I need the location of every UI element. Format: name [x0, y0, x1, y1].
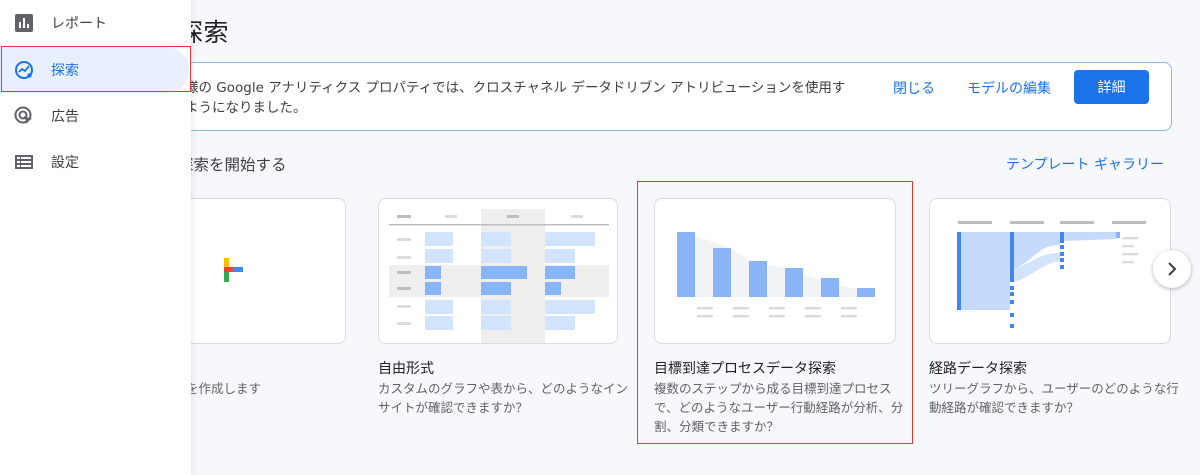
card-funnel-exploration[interactable] [654, 198, 896, 344]
attribution-banner: 様の Google アナリティクス プロパティでは、クロスチャネル データドリブ… [160, 62, 1172, 131]
card-path-title: 経路データ探索 [929, 361, 1027, 377]
funnel-chart-illustration [677, 232, 875, 318]
banner-text: 様の Google アナリティクス プロパティでは、クロスチャネル データドリブ… [185, 80, 846, 116]
card-free-form-desc: カスタムのグラフや表から、どのようなイン サイトが確認できますか？ [378, 381, 629, 415]
sidebar-item-advertising[interactable]: 広告 [0, 93, 191, 139]
sidebar-item-reports[interactable]: レポート [0, 0, 191, 46]
explore-icon [15, 61, 33, 79]
bar-chart-icon [15, 14, 33, 32]
sidebar-item-label: 探索 [51, 63, 79, 79]
chevron-right-icon [1168, 262, 1177, 276]
card-path-desc: ツリーグラフから、ユーザーのどのような行 動経路が確認できますか？ [929, 381, 1179, 415]
card-funnel-desc: 複数のステップから成る目標到達プロセス で、どのようなユーザー行動経路が分析、分… [654, 381, 904, 434]
sidebar-item-label: レポート [51, 16, 107, 32]
sidebar-item-settings[interactable]: 設定 [0, 139, 191, 185]
advertising-icon [14, 106, 32, 124]
sidebar-item-explore[interactable]: 探索 [0, 47, 189, 93]
carousel-next-button[interactable] [1153, 250, 1191, 288]
edit-model-button[interactable]: モデルの編集 [967, 78, 1051, 98]
settings-list-icon [15, 155, 33, 169]
template-gallery-link[interactable]: テンプレート ギャラリー [1006, 154, 1164, 174]
card-path-exploration[interactable] [929, 198, 1171, 344]
card-free-form-title: 自由形式 [378, 361, 434, 377]
card-free-form[interactable] [378, 198, 618, 344]
path-tree-illustration [957, 221, 1146, 328]
sidebar-item-label: 設定 [51, 155, 79, 171]
close-button[interactable]: 閉じる [893, 78, 935, 98]
free-form-table-illustration [389, 209, 609, 343]
sidebar: レポート 探索 広告 設定 [0, 0, 191, 475]
sidebar-item-label: 広告 [51, 109, 79, 125]
detail-button[interactable]: 詳細 [1074, 70, 1149, 104]
card-blank-desc: を作成します [186, 381, 262, 396]
card-funnel-title: 目標到達プロセスデータ探索 [654, 361, 836, 377]
section-title: 探索を開始する [178, 156, 287, 174]
